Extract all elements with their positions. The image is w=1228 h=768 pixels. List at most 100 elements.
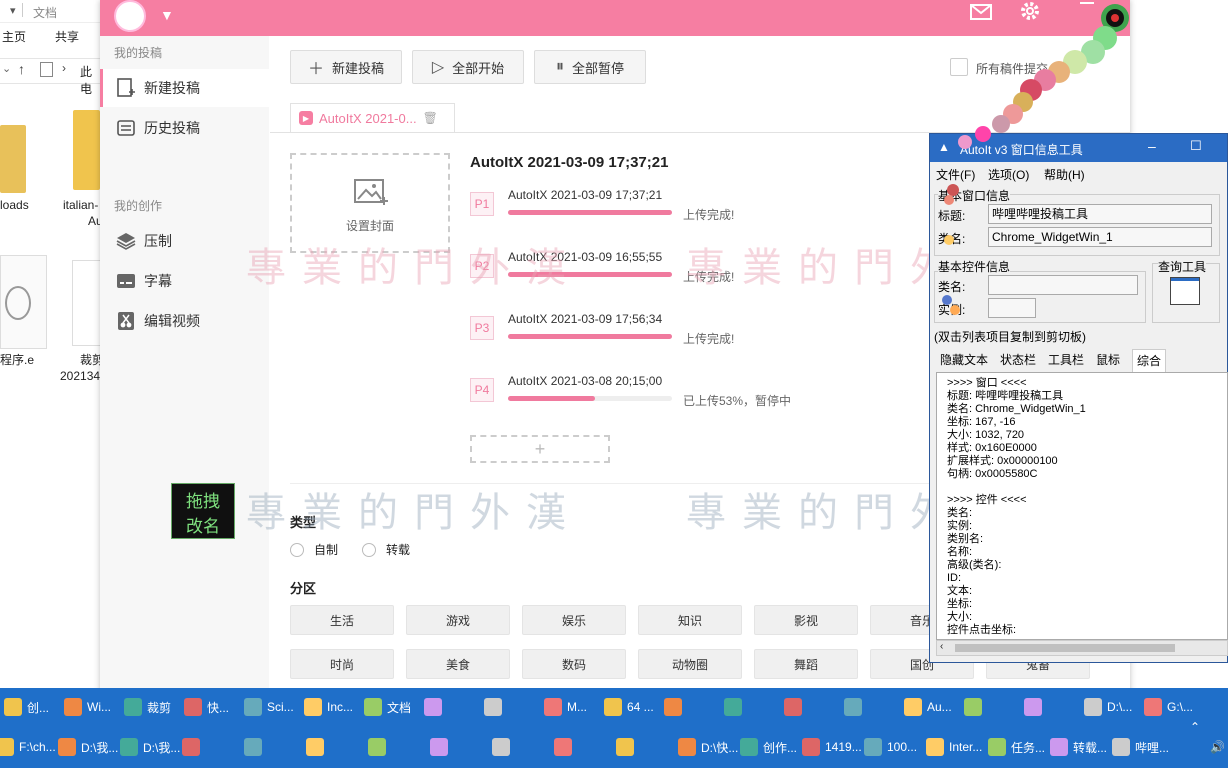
taskbar-app-button[interactable] (484, 694, 507, 720)
drag-rename-badge[interactable]: 拖拽 改名 (171, 483, 235, 539)
summary-line[interactable]: 控件点击坐标: (947, 624, 1016, 637)
scroll-left-icon[interactable]: ‹ (940, 641, 943, 652)
taskbar-app-button[interactable]: 裁剪 (124, 694, 171, 720)
file-label[interactable]: loads (0, 198, 29, 212)
summary-line[interactable]: 坐标: 167, -16 (947, 416, 1015, 429)
sidebar-item-new-upload[interactable]: 新建投稿 (100, 69, 272, 107)
new-upload-button[interactable]: ＋ 新建投稿 (290, 50, 402, 84)
add-part-button[interactable]: + (470, 435, 610, 463)
chevron-down-icon[interactable]: ⌄ (2, 62, 11, 75)
taskbar-app-button[interactable]: Sci... (244, 694, 294, 720)
zone-button[interactable]: 娱乐 (522, 605, 626, 635)
summary-line[interactable]: 类名: Chrome_WidgetWin_1 (947, 403, 1086, 416)
up-arrow-icon[interactable]: ↑ (18, 61, 25, 77)
summary-line[interactable]: 类别名: (947, 533, 983, 546)
sidebar-item-history[interactable]: 历史投稿 (100, 109, 269, 147)
taskbar-app-button[interactable]: 64 ... (604, 694, 654, 720)
taskbar-app-button[interactable]: 快... (184, 694, 229, 720)
summary-line[interactable]: 文本: (947, 585, 972, 598)
type-original-radio[interactable]: 自制 (290, 541, 338, 558)
minimize-icon[interactable]: – (1148, 138, 1156, 154)
summary-line[interactable]: ID: (947, 572, 961, 585)
summary-line[interactable]: >>>> 窗口 <<<< (947, 377, 1027, 390)
taskbar-app-button[interactable]: Au... (904, 694, 952, 720)
taskbar-app-button[interactable]: Wi... (64, 694, 111, 720)
taskbar-app-button[interactable]: 创... (4, 694, 49, 720)
taskbar-app-button[interactable]: Inter... (926, 734, 982, 760)
summary-line[interactable]: >>>> 控件 <<<< (947, 494, 1027, 507)
taskbar-app-button[interactable] (182, 734, 205, 760)
taskbar-app-button[interactable]: 哔哩... (1112, 734, 1169, 760)
summary-line[interactable]: 大小: (947, 611, 972, 624)
ribbon-tab-share[interactable]: 共享 (55, 28, 79, 45)
summary-line[interactable]: 标题: 哔哩哔哩投稿工具 (947, 390, 1063, 403)
start-all-button[interactable]: ▷ 全部开始 (412, 50, 524, 84)
tab-summary[interactable]: 综合 (1132, 349, 1167, 372)
taskbar-app-button[interactable]: 100... (864, 734, 917, 760)
taskbar-app-button[interactable] (616, 734, 639, 760)
sidebar-item-compress[interactable]: 压制 (100, 222, 269, 260)
program-file-icon[interactable] (0, 255, 47, 349)
taskbar-app-button[interactable] (424, 694, 447, 720)
taskbar-app-button[interactable] (244, 734, 267, 760)
trash-icon[interactable]: 🗑 (423, 111, 438, 125)
zone-button[interactable]: 美食 (406, 649, 510, 679)
taskbar-app-button[interactable] (964, 694, 987, 720)
explorer-menu-icon[interactable]: ▾ (10, 4, 16, 17)
maximize-icon[interactable]: ☐ (1190, 138, 1202, 154)
type-repost-radio[interactable]: 转载 (362, 541, 410, 558)
summary-line[interactable]: 高级(类名): (947, 559, 1001, 572)
pause-all-button[interactable]: ⏸ 全部暂停 (534, 50, 646, 84)
summary-line[interactable]: 类名: (947, 507, 972, 520)
chevron-up-icon[interactable]: ⌃ (1190, 720, 1200, 734)
taskbar-app-button[interactable]: 转载... (1050, 734, 1107, 760)
tab-mouse[interactable]: 鼠标 (1092, 349, 1124, 371)
ribbon-tab-home[interactable]: 主页 (2, 28, 26, 45)
taskbar-app-button[interactable]: 1419... (802, 734, 862, 760)
document-icon[interactable] (72, 260, 102, 346)
taskbar-app-button[interactable]: F:\ch... (0, 734, 56, 760)
taskbar-app-button[interactable] (724, 694, 747, 720)
zone-button[interactable]: 游戏 (406, 605, 510, 635)
zone-button[interactable]: 影视 (754, 605, 858, 635)
taskbar-app-button[interactable]: 文档 (364, 694, 411, 720)
tab-statusbar[interactable]: 状态栏 (996, 349, 1040, 371)
zone-button[interactable]: 舞蹈 (754, 649, 858, 679)
taskbar-app-button[interactable] (844, 694, 867, 720)
taskbar-app-button[interactable] (492, 734, 515, 760)
summary-line[interactable]: 坐标: (947, 598, 972, 611)
tab-toolbar[interactable]: 工具栏 (1044, 349, 1088, 371)
folder-icon[interactable] (73, 110, 100, 190)
summary-line[interactable]: 大小: 1032, 720 (947, 429, 1024, 442)
finder-tool-icon[interactable] (1170, 277, 1200, 305)
taskbar-app-button[interactable]: D:\快... (678, 734, 738, 760)
taskbar-app-button[interactable] (306, 734, 329, 760)
part-item[interactable]: P4 AutoItX 2021-03-08 20;15;00 已上传53%，暂停… (470, 374, 800, 424)
sidebar-item-edit-video[interactable]: 编辑视频 (100, 302, 269, 340)
part-item[interactable]: P3 AutoItX 2021-03-09 17;56;34 上传完成! (470, 312, 800, 362)
caret-down-icon[interactable]: ▼ (160, 7, 174, 23)
taskbar-app-button[interactable] (784, 694, 807, 720)
summary-line[interactable]: 名称: (947, 546, 972, 559)
taskbar-app-button[interactable]: D:\我... (120, 734, 180, 760)
summary-line[interactable]: 扩展样式: 0x00000100 (947, 455, 1058, 468)
address-bar[interactable]: 此电 (80, 63, 100, 97)
taskbar-app-button[interactable]: Inc... (304, 694, 353, 720)
volume-icon[interactable]: 🔊 (1210, 740, 1225, 754)
zone-button[interactable]: 数码 (522, 649, 626, 679)
file-label[interactable]: italian- (63, 198, 98, 212)
upload-tab[interactable]: ▶ AutoItX 2021-0... 🗑 (290, 103, 455, 133)
taskbar-app-button[interactable]: D:\我... (58, 734, 118, 760)
summary-line[interactable]: 样式: 0x160E0000 (947, 442, 1037, 455)
horizontal-scrollbar[interactable]: ‹ (936, 640, 1228, 656)
zone-button[interactable]: 动物圈 (638, 649, 742, 679)
zone-button[interactable]: 时尚 (290, 649, 394, 679)
summary-line[interactable]: 句柄: 0x0005580C (947, 468, 1038, 481)
taskbar-app-button[interactable]: M... (544, 694, 587, 720)
file-label[interactable]: 程序.e (0, 351, 34, 368)
part-item[interactable]: P1 AutoItX 2021-03-09 17;37;21 上传完成! (470, 188, 800, 238)
taskbar-app-button[interactable]: 任务... (988, 734, 1045, 760)
zone-button[interactable]: 知识 (638, 605, 742, 635)
taskbar-app-button[interactable] (664, 694, 687, 720)
taskbar-app-button[interactable] (430, 734, 453, 760)
